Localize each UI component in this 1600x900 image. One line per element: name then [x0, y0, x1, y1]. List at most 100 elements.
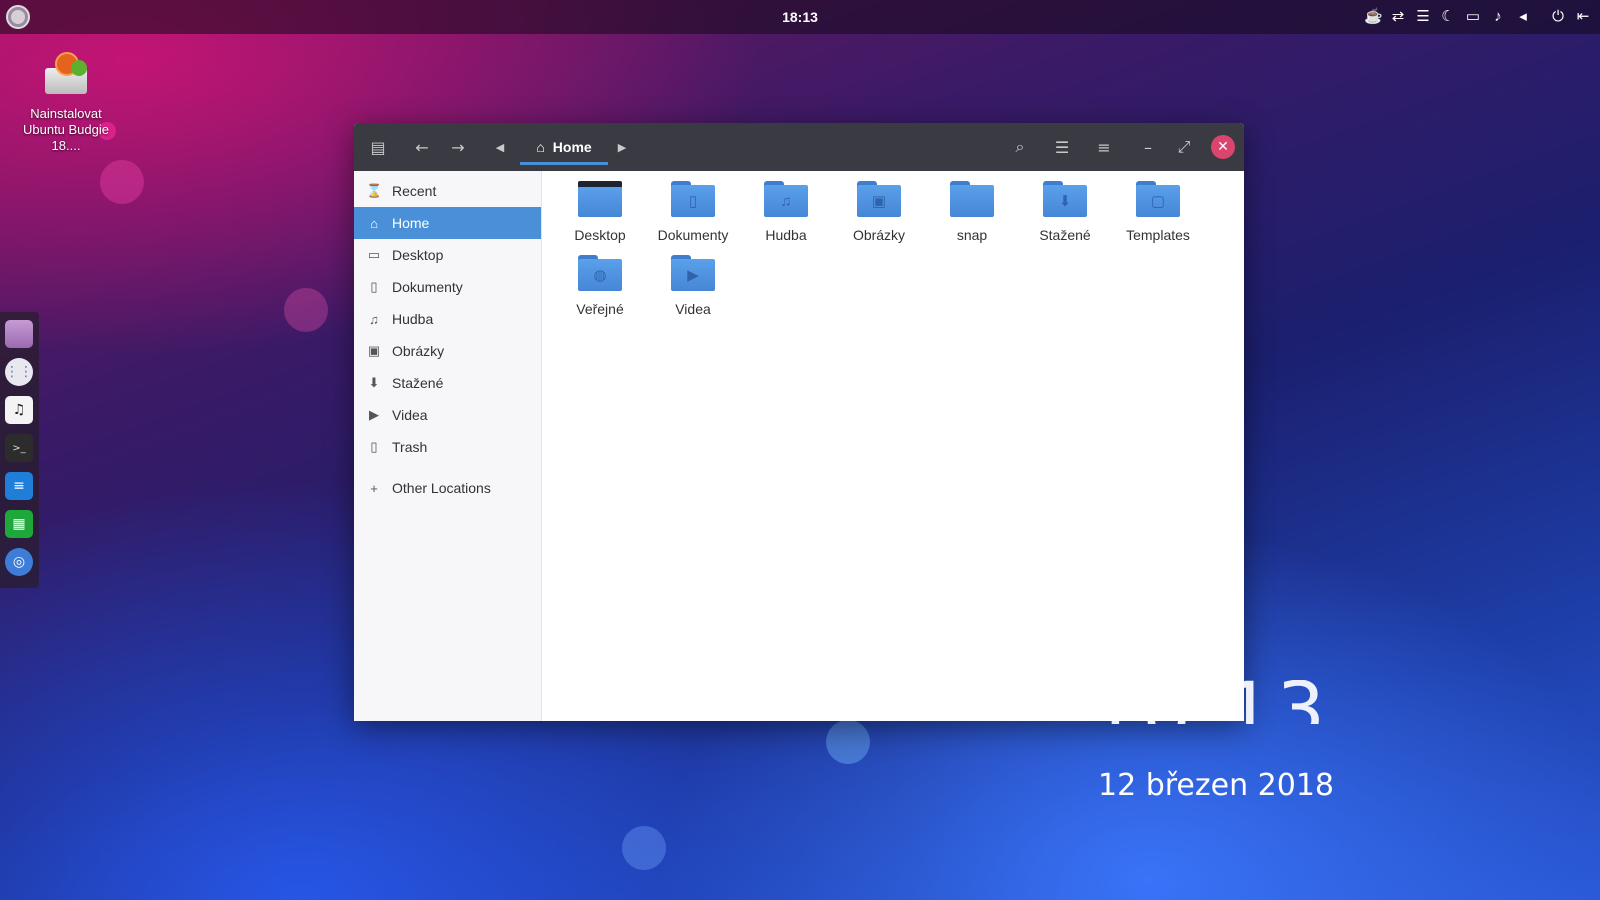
app-icon: ▤ — [370, 137, 386, 157]
writer-icon[interactable]: ≡ — [5, 472, 33, 500]
sidebar-item-label: Desktop — [392, 247, 444, 263]
sidebar-item-label: Videa — [392, 407, 428, 423]
file-manager-window: ▤ ← → ◀ ⌂ Home ▶ ⌕ ☰ ≡ – ⤢ ✕ ⌛ Recent ⌂ … — [354, 123, 1244, 721]
folder-item-obrazky[interactable]: ▣ Obrázky — [833, 181, 925, 243]
music-icon[interactable]: ♫ — [5, 396, 33, 424]
path-left-button[interactable]: ◀ — [488, 135, 512, 159]
path-label: Home — [552, 139, 592, 155]
sidebar-item-videa[interactable]: ▶ Videa — [354, 399, 541, 431]
path-home-button[interactable]: ⌂ Home — [520, 131, 608, 165]
file-view: Desktop ▯ Dokumenty ♫ Hudba ▣ Obrázky sn… — [542, 171, 1244, 721]
desktop-clock-time: 18:13 — [1090, 680, 1350, 724]
bokeh-circle — [622, 826, 666, 870]
bell-icon[interactable]: ♪ — [1489, 7, 1507, 27]
close-button[interactable]: ✕ — [1211, 135, 1235, 159]
sidebar-item-label: Trash — [392, 439, 428, 455]
sidebar-item-stazene[interactable]: ⬇ Stažené — [354, 367, 541, 399]
menu-button[interactable]: ≡ — [1092, 135, 1116, 159]
home-icon: ⌂ — [536, 139, 545, 155]
bokeh-circle — [284, 288, 328, 332]
sidebar-item-label: Stažené — [392, 375, 444, 391]
transfer-icon[interactable]: ⇄ — [1389, 7, 1407, 27]
sidebar-item-home[interactable]: ⌂ Home — [354, 207, 541, 239]
plus-icon: + — [370, 480, 378, 496]
music-folder-icon: ♫ — [764, 181, 808, 217]
public-folder-icon: ◍ — [578, 255, 622, 291]
coffee-icon[interactable]: ☕ — [1364, 7, 1383, 27]
system-tray: ☕ ⇄ ☰ ☾ ▭ ♪ ◂ ⏻ ⇤ — [1364, 7, 1592, 27]
folder-label: snap — [956, 227, 988, 243]
menu-lines-icon[interactable]: ☰ — [1414, 7, 1432, 27]
header-bar: ▤ ← → ◀ ⌂ Home ▶ ⌕ ☰ ≡ – ⤢ ✕ — [354, 123, 1244, 171]
sidebar-item-desktop[interactable]: ▭ Desktop — [354, 239, 541, 271]
search-button[interactable]: ⌕ — [1008, 135, 1032, 159]
folder-label: Videa — [675, 301, 711, 317]
folder-label: Obrázky — [852, 227, 906, 243]
bokeh-circle — [826, 720, 870, 764]
sidebar-item-hudba[interactable]: ♫ Hudba — [354, 303, 541, 335]
folder-item-templates[interactable]: ▢ Templates — [1112, 181, 1204, 243]
folder-label: Hudba — [765, 227, 807, 243]
folder-icon[interactable]: ▭ — [1464, 7, 1482, 27]
power-icon[interactable]: ⏻ — [1549, 7, 1567, 27]
terminal-icon[interactable]: >_ — [5, 434, 33, 462]
folder-item-dokumenty[interactable]: ▯ Dokumenty — [647, 181, 739, 243]
path-right-button[interactable]: ▶ — [610, 135, 634, 159]
desktop-folder-icon — [578, 181, 622, 217]
folder-item-videa[interactable]: ▶ Videa — [647, 255, 739, 317]
view-list-button[interactable]: ☰ — [1050, 135, 1074, 159]
chrome-icon[interactable]: ◎ — [5, 548, 33, 576]
folder-label: Veřejné — [576, 301, 624, 317]
video-folder-icon: ▶ — [671, 255, 715, 291]
exit-icon[interactable]: ⇤ — [1574, 7, 1592, 27]
sidebar-item-trash[interactable]: ▯ Trash — [354, 431, 541, 463]
sidebar-item-obrazky[interactable]: ▣ Obrázky — [354, 335, 541, 367]
folder-item-verejne[interactable]: ◍ Veřejné — [554, 255, 646, 317]
desktop-icon-label: Nainstalovat Ubuntu Budgie 18.... — [22, 106, 109, 153]
sidebar-item-label: Obrázky — [392, 343, 445, 359]
sidebar-item-dokumenty[interactable]: ▯ Dokumenty — [354, 271, 541, 303]
maximize-button[interactable]: ⤢ — [1172, 135, 1196, 159]
minimize-button[interactable]: – — [1136, 135, 1160, 159]
sidebar: ⌛ Recent ⌂ Home ▭ Desktop ▯ Dokumenty ♫ … — [354, 171, 542, 721]
folder-item-stazene[interactable]: ⬇ Stažené — [1019, 181, 1111, 243]
folder-item-desktop[interactable]: Desktop — [554, 181, 646, 243]
install-ubuntu-desktop-icon[interactable]: Nainstalovat Ubuntu Budgie 18.... — [14, 50, 118, 154]
panel-clock[interactable]: 18:13 — [0, 9, 1600, 25]
download-folder-icon: ⬇ — [1043, 181, 1087, 217]
folder-label: Templates — [1126, 227, 1190, 243]
sidebar-item-label: Other Locations — [392, 480, 491, 496]
folder-label: Dokumenty — [657, 227, 729, 243]
pictures-icon: ▣ — [367, 343, 381, 358]
templates-folder-icon: ▢ — [1136, 181, 1180, 217]
volume-icon[interactable]: ◂ — [1514, 7, 1532, 27]
sidebar-item-label: Recent — [392, 183, 437, 199]
moon-icon[interactable]: ☾ — [1439, 7, 1457, 27]
pictures-folder-icon: ▣ — [857, 181, 901, 217]
app-grid-icon[interactable]: ⋮⋮ — [5, 358, 33, 386]
home-icon: ⌂ — [370, 215, 378, 231]
forward-button[interactable]: → — [446, 135, 470, 159]
calc-icon[interactable]: ▦ — [5, 510, 33, 538]
music-icon: ♫ — [369, 311, 379, 327]
folder-label: Stažené — [1039, 227, 1091, 243]
files-icon[interactable] — [5, 320, 33, 348]
bokeh-circle — [100, 160, 144, 204]
document-icon: ▯ — [370, 279, 378, 294]
documents-folder-icon: ▯ — [671, 181, 715, 217]
top-panel: 18:13 ☕ ⇄ ☰ ☾ ▭ ♪ ◂ ⏻ ⇤ — [0, 0, 1600, 34]
dock: ⋮⋮ ♫ >_ ≡ ▦ ◎ — [0, 312, 39, 588]
back-button[interactable]: ← — [410, 135, 434, 159]
folder-item-snap[interactable]: snap — [926, 181, 1018, 243]
sidebar-item-label: Home — [392, 215, 430, 231]
installer-icon — [41, 50, 91, 100]
folder-item-hudba[interactable]: ♫ Hudba — [740, 181, 832, 243]
folder-label: Desktop — [574, 227, 626, 243]
sidebar-item-recent[interactable]: ⌛ Recent — [354, 175, 541, 207]
sidebar-item-other-locations[interactable]: + Other Locations — [354, 472, 541, 504]
desktop-clock-date: 12 březen 2018 — [1098, 768, 1334, 803]
recent-icon: ⌛ — [366, 183, 383, 198]
download-icon: ⬇ — [368, 375, 380, 390]
sidebar-item-label: Hudba — [392, 311, 434, 327]
video-icon: ▶ — [369, 407, 379, 422]
